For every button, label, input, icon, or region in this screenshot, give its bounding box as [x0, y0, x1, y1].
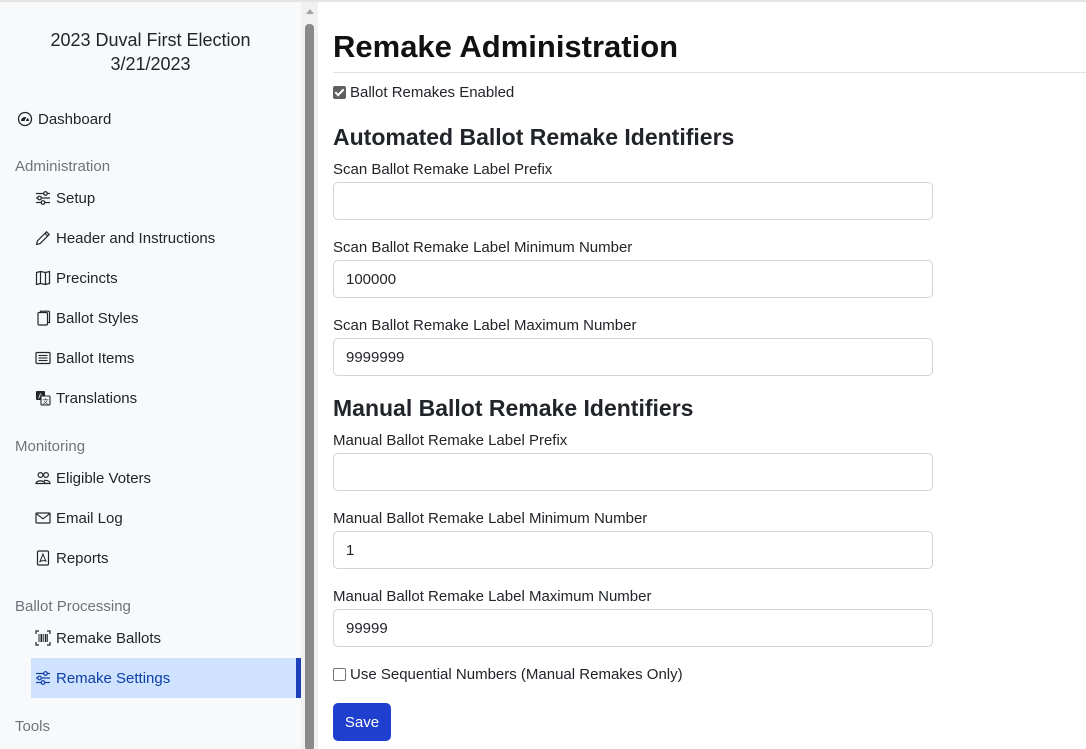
scrollbar-thumb[interactable] [305, 24, 314, 749]
manual-prefix-input[interactable] [333, 453, 933, 491]
election-date: 3/21/2023 [110, 54, 191, 74]
sidebar-item-precincts[interactable]: Precincts [31, 258, 301, 298]
sidebar-item-setup[interactable]: Setup [31, 178, 301, 218]
sidebar-item-label: Translations [56, 389, 138, 407]
scan-min-input[interactable] [333, 260, 933, 298]
barcode-scan-icon [34, 629, 52, 647]
sidebar-item-label: Header and Instructions [56, 229, 216, 247]
sliders-icon [34, 669, 52, 687]
sidebar-item-ballot-styles[interactable]: Ballot Styles [31, 298, 301, 338]
sidebar-scrollbar[interactable] [301, 2, 318, 749]
page-title: Remake Administration [333, 29, 679, 64]
sidebar-item-label: Ballot Items [56, 349, 135, 367]
section-monitoring: Monitoring [15, 438, 86, 455]
sidebar-item-dashboard[interactable]: Dashboard [16, 106, 111, 132]
people-icon [34, 469, 52, 487]
pdf-file-icon [34, 549, 52, 567]
sequential-numbers-checkbox-row[interactable]: Use Sequential Numbers (Manual Remakes O… [333, 666, 683, 683]
envelope-icon [34, 509, 52, 527]
election-name: 2023 Duval First Election [50, 30, 251, 50]
sidebar-item-email-log[interactable]: Email Log [31, 498, 301, 538]
scan-prefix-input[interactable] [333, 182, 933, 220]
sidebar-item-header-and-instructions[interactable]: Header and Instructions [31, 218, 301, 258]
sequential-numbers-label: Use Sequential Numbers (Manual Remakes O… [350, 666, 683, 683]
manual-max-input[interactable] [333, 609, 933, 647]
save-button[interactable]: Save [333, 703, 391, 741]
sidebar-item-label: Dashboard [38, 110, 112, 128]
remakes-enabled-label: Ballot Remakes Enabled [350, 84, 515, 101]
scan-min-label: Scan Ballot Remake Label Minimum Number [333, 239, 633, 256]
sidebar: 2023 Duval First Election 3/21/2023 Dash… [0, 2, 301, 749]
remakes-enabled-checkbox[interactable] [333, 86, 346, 99]
sidebar-item-translations[interactable]: A文 Translations [31, 378, 301, 418]
sidebar-item-label: Setup [56, 189, 96, 207]
title-divider [333, 72, 1086, 73]
election-header: 2023 Duval First Election 3/21/2023 [0, 28, 301, 76]
sidebar-item-eligible-voters[interactable]: Eligible Voters [31, 458, 301, 498]
sidebar-item-remake-ballots[interactable]: Remake Ballots [31, 618, 301, 658]
sidebar-item-ballot-items[interactable]: Ballot Items [31, 338, 301, 378]
scan-prefix-label: Scan Ballot Remake Label Prefix [333, 161, 553, 178]
manual-max-label: Manual Ballot Remake Label Maximum Numbe… [333, 588, 652, 605]
section-administration: Administration [15, 158, 111, 175]
scan-max-input[interactable] [333, 338, 933, 376]
section-ballot-processing: Ballot Processing [15, 598, 131, 615]
automated-identifiers-heading: Automated Ballot Remake Identifiers [333, 124, 735, 150]
manual-identifiers-heading: Manual Ballot Remake Identifiers [333, 395, 694, 421]
sidebar-item-remake-settings[interactable]: Remake Settings [31, 658, 301, 698]
speedometer-icon [16, 110, 34, 128]
sidebar-item-label: Reports [56, 549, 109, 567]
sequential-numbers-checkbox[interactable] [333, 668, 346, 681]
sidebar-item-label: Precincts [56, 269, 118, 287]
scan-max-label: Scan Ballot Remake Label Maximum Number [333, 317, 637, 334]
pencil-icon [34, 229, 52, 247]
scroll-up-arrow-icon[interactable] [306, 9, 314, 14]
manual-min-label: Manual Ballot Remake Label Minimum Numbe… [333, 510, 648, 527]
translate-icon: A文 [34, 389, 52, 407]
section-tools: Tools [15, 718, 51, 735]
map-icon [34, 269, 52, 287]
svg-text:文: 文 [42, 396, 49, 405]
list-icon [34, 349, 52, 367]
manual-min-input[interactable] [333, 531, 933, 569]
sidebar-item-label: Remake Settings [56, 669, 171, 687]
documents-icon [34, 309, 52, 327]
sliders-icon [34, 189, 52, 207]
remakes-enabled-checkbox-row[interactable]: Ballot Remakes Enabled [333, 84, 514, 101]
manual-prefix-label: Manual Ballot Remake Label Prefix [333, 432, 568, 449]
sidebar-item-label: Ballot Styles [56, 309, 139, 327]
sidebar-item-label: Remake Ballots [56, 629, 162, 647]
sidebar-item-label: Email Log [56, 509, 123, 527]
sidebar-item-reports[interactable]: Reports [31, 538, 301, 578]
sidebar-item-label: Eligible Voters [56, 469, 152, 487]
